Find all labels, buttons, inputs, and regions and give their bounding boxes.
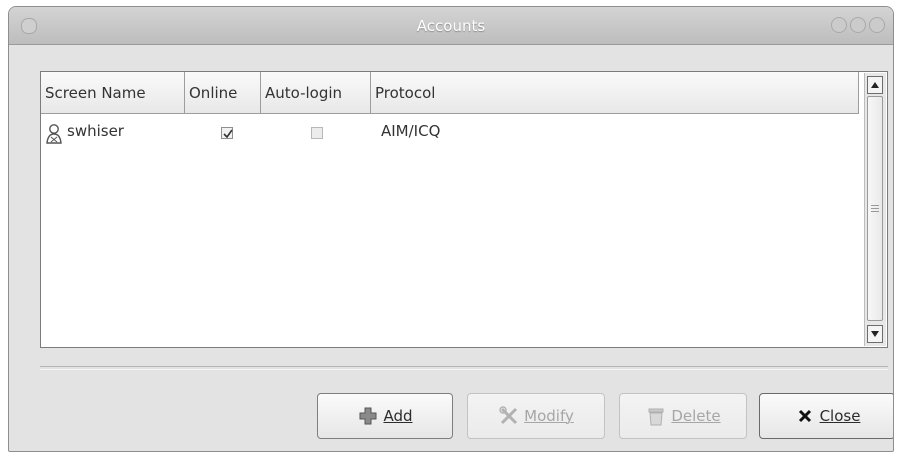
plus-icon	[357, 405, 379, 427]
window-title: Accounts	[416, 17, 486, 35]
trash-icon	[645, 405, 667, 427]
online-checkbox[interactable]	[221, 127, 233, 139]
close-button[interactable]: Close	[759, 393, 893, 439]
screen-name-cell: swhiser	[67, 122, 124, 140]
close-button-label: Close	[819, 407, 861, 425]
title-bar[interactable]: Accounts	[9, 7, 893, 45]
column-header-screen-name[interactable]: Screen Name	[41, 72, 185, 114]
table-row[interactable]: swhiser AIM/ICQ	[41, 116, 859, 150]
table-header: Screen Name Online Auto-login Protocol	[41, 72, 859, 114]
add-button-label: Add	[383, 407, 413, 425]
vertical-scrollbar[interactable]	[864, 73, 886, 346]
scroll-down-button[interactable]	[867, 325, 883, 343]
protocol-cell: AIM/ICQ	[381, 122, 441, 140]
grip-line	[871, 208, 879, 209]
user-icon	[45, 123, 63, 145]
column-header-online[interactable]: Online	[185, 72, 261, 114]
modify-button[interactable]: Modify	[467, 393, 605, 439]
grip-line	[871, 205, 879, 206]
add-button[interactable]: Add	[317, 393, 453, 439]
auto-login-checkbox[interactable]	[311, 127, 323, 139]
accounts-dialog: Accounts Screen Name Online Auto-login P…	[8, 6, 894, 452]
separator	[40, 366, 888, 370]
scroll-thumb[interactable]	[867, 96, 883, 321]
close-window-icon[interactable]	[869, 17, 885, 33]
column-header-auto-login[interactable]: Auto-login	[261, 72, 371, 114]
scroll-up-button[interactable]	[867, 76, 883, 94]
maximize-icon[interactable]	[850, 17, 866, 33]
window-controls	[831, 17, 885, 33]
modify-button-label: Modify	[524, 407, 574, 425]
arrow-down-icon	[871, 331, 879, 337]
grip-line	[871, 211, 879, 212]
accounts-list[interactable]: Screen Name Online Auto-login Protocol s…	[40, 71, 888, 348]
delete-button-label: Delete	[671, 407, 721, 425]
tools-icon	[498, 405, 520, 427]
minimize-icon[interactable]	[831, 17, 847, 33]
delete-button[interactable]: Delete	[619, 393, 747, 439]
x-icon	[794, 405, 816, 427]
column-header-protocol[interactable]: Protocol	[371, 72, 859, 114]
arrow-up-icon	[871, 82, 879, 88]
